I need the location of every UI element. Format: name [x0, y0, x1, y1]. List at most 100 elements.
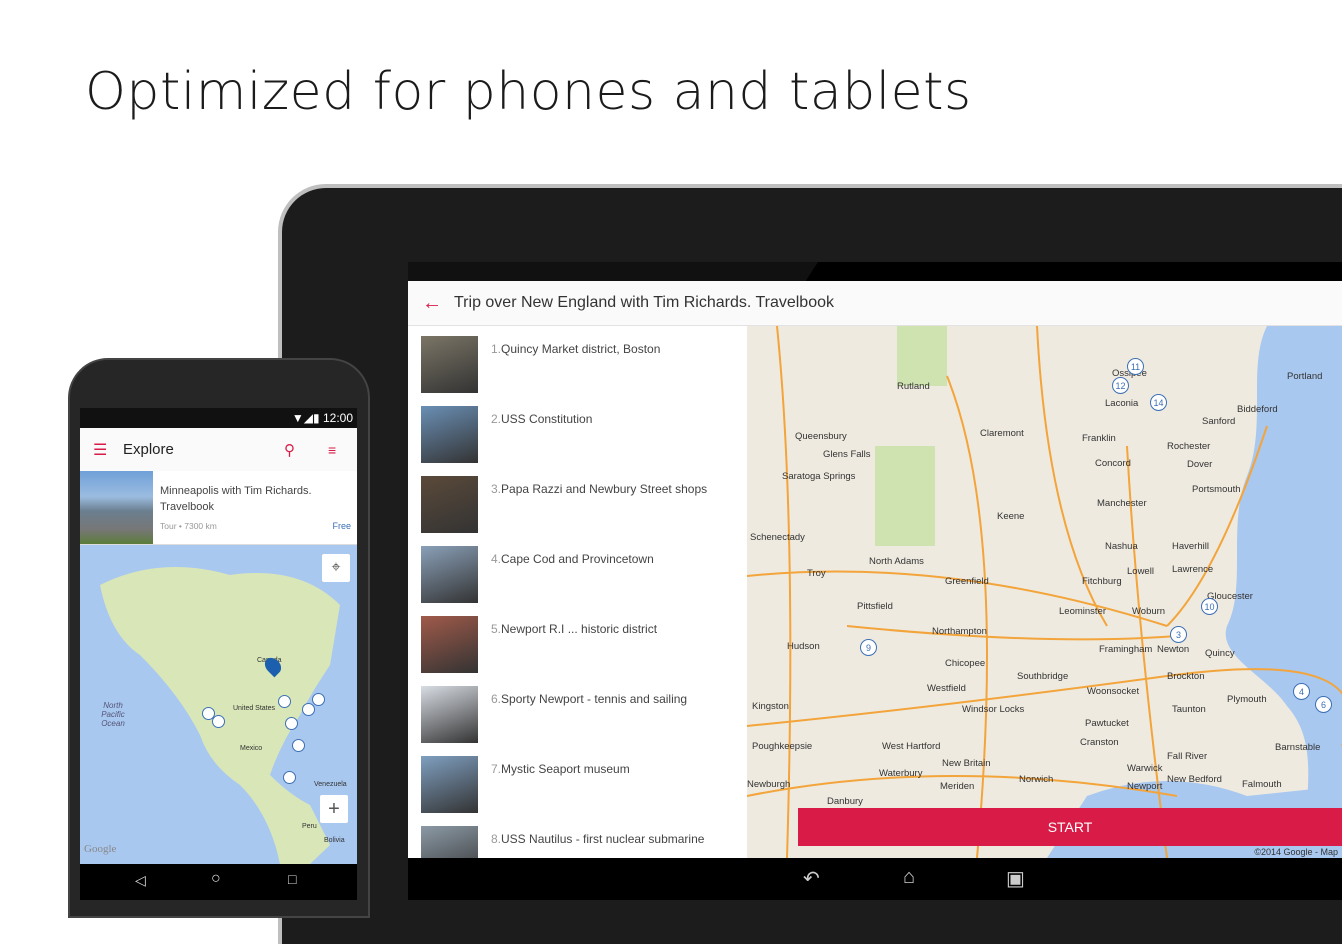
list-item[interactable]: 1.Quincy Market district, Boston	[421, 336, 741, 393]
search-icon[interactable]: ⚲	[284, 441, 295, 459]
map-label: Fall River	[1167, 751, 1208, 762]
headline: Optimized for phones and tablets	[85, 62, 972, 122]
map-label: Claremont	[980, 428, 1024, 439]
recents-nav-icon[interactable]: □	[288, 871, 296, 887]
map-label: Cranston	[1080, 737, 1119, 748]
map-label: Sanford	[1202, 416, 1236, 427]
map-label: Chicopee	[945, 658, 986, 669]
map-label: Newburgh	[747, 779, 791, 790]
map-label: Fitchburg	[1082, 576, 1122, 587]
tour-marker[interactable]	[212, 715, 225, 728]
map-label: Manchester	[1097, 498, 1147, 509]
tour-card[interactable]: Minneapolis with Tim Richards. Travelboo…	[80, 471, 357, 545]
tour-marker[interactable]	[302, 703, 315, 716]
map-label: Woburn	[1132, 606, 1166, 617]
map-label: Quincy	[1205, 648, 1235, 659]
map-label: Peru	[302, 823, 317, 830]
my-location-button[interactable]: ⌖	[322, 554, 350, 582]
page-title: Trip over New England with Tim Richards.…	[454, 294, 834, 311]
map-label: Laconia	[1105, 398, 1139, 409]
home-nav-icon[interactable]: ⌂	[903, 866, 915, 889]
tour-marker[interactable]	[283, 771, 296, 784]
map-label: Westfield	[927, 683, 966, 694]
start-button[interactable]: START	[798, 808, 1342, 846]
list-item[interactable]: 3.Papa Razzi and Newbury Street shops	[421, 476, 741, 533]
item-label: 1.Quincy Market district, Boston	[491, 342, 660, 356]
tour-marker[interactable]: 9	[860, 639, 877, 656]
map-label: Poughkeepsie	[752, 741, 813, 752]
tour-marker[interactable]: 14	[1150, 394, 1167, 411]
tour-marker[interactable]	[312, 693, 325, 706]
clock: 12:00	[322, 411, 353, 425]
phone-map[interactable]: Canada United States Mexico North Pacifi…	[80, 545, 357, 864]
wifi-icon: ▼◢▮	[291, 411, 323, 425]
tour-marker[interactable]	[278, 695, 291, 708]
map-label: Rutland	[897, 381, 930, 392]
tour-marker[interactable]	[285, 717, 298, 730]
tour-marker[interactable]: 6	[1315, 696, 1332, 713]
map-label: Portland	[1287, 371, 1323, 382]
item-thumbnail	[421, 826, 478, 858]
tour-marker[interactable]: 10	[1201, 598, 1218, 615]
map-label: North Pacific Ocean	[101, 701, 125, 728]
item-title: USS Nautilus - first nuclear submarine	[501, 832, 705, 846]
recents-nav-icon[interactable]: ▣	[1006, 866, 1025, 891]
map-label: Keene	[997, 511, 1025, 522]
item-label: 6.Sporty Newport - tennis and sailing	[491, 692, 687, 706]
map-label: Dover	[1187, 459, 1213, 470]
phone-screen: ▼◢▮ 12:00 ☰ Explore ⚲ ≡ Minneapolis with…	[80, 408, 357, 900]
map-label: Portsmouth	[1192, 484, 1241, 495]
home-nav-icon[interactable]: ○	[211, 870, 221, 888]
list-item[interactable]: 4.Cape Cod and Provincetown	[421, 546, 741, 603]
item-number: 1.	[491, 342, 502, 356]
map-label: Glens Falls	[823, 449, 871, 460]
phone-toolbar: ☰ Explore ⚲ ≡	[80, 428, 357, 471]
item-title: Papa Razzi and Newbury Street shops	[501, 482, 708, 496]
tour-marker[interactable]: 11	[1127, 358, 1144, 375]
back-nav-icon[interactable]: ↶	[803, 866, 820, 891]
list-icon[interactable]: ≡	[328, 442, 336, 458]
tour-marker[interactable]	[292, 739, 305, 752]
map-label: Haverhill	[1172, 541, 1209, 552]
map-label: Venezuela	[314, 781, 347, 788]
map-label: Kingston	[752, 701, 789, 712]
item-number: 6.	[491, 692, 502, 706]
map-label: Falmouth	[1242, 779, 1282, 790]
map-label: Brockton	[1167, 671, 1205, 682]
list-item[interactable]: 7.Mystic Seaport museum	[421, 756, 741, 813]
list-item[interactable]: 5.Newport R.I ... historic district	[421, 616, 741, 673]
item-label: 2.USS Constitution	[491, 412, 592, 426]
item-label: 8.USS Nautilus - first nuclear submarine	[491, 832, 704, 846]
map-label: Lowell	[1127, 566, 1154, 577]
map-label: Rochester	[1167, 441, 1211, 452]
tablet-nav-bar: ↶ ⌂ ▣	[408, 858, 1342, 900]
tour-marker[interactable]: 3	[1170, 626, 1187, 643]
list-item[interactable]: 8.USS Nautilus - first nuclear submarine	[421, 826, 741, 858]
list-item[interactable]: 6.Sporty Newport - tennis and sailing	[421, 686, 741, 743]
arrow-left-icon[interactable]: ←	[422, 292, 454, 315]
map-label: Plymouth	[1227, 694, 1267, 705]
map-label: Biddeford	[1237, 404, 1278, 415]
item-title: Newport R.I ... historic district	[501, 622, 658, 636]
zoom-in-button[interactable]: +	[320, 795, 348, 823]
menu-icon[interactable]: ☰	[93, 440, 107, 460]
tour-marker[interactable]: 12	[1112, 377, 1129, 394]
list-item[interactable]: 2.USS Constitution	[421, 406, 741, 463]
item-label: 3.Papa Razzi and Newbury Street shops	[491, 482, 707, 496]
item-title: Sporty Newport - tennis and sailing	[501, 692, 688, 706]
tour-title: Minneapolis with Tim Richards. Travelboo…	[160, 485, 312, 513]
tablet-status-bar	[408, 262, 1342, 281]
item-title: USS Constitution	[501, 412, 593, 426]
item-thumbnail	[421, 686, 478, 743]
map-label: Meriden	[940, 781, 975, 792]
tour-meta: Tour • 7300 km	[160, 521, 217, 531]
map-label: Pittsfield	[857, 601, 893, 612]
tour-marker[interactable]: 4	[1293, 683, 1310, 700]
item-number: 7.	[491, 762, 502, 776]
item-number: 2.	[491, 412, 502, 426]
map-label: Leominster	[1059, 606, 1106, 617]
back-nav-icon[interactable]: ◁	[135, 872, 146, 889]
map-label: West Hartford	[882, 741, 941, 752]
tablet-map[interactable]: Rutland Ossipee Portland Laconia Biddeford Sa…	[747, 326, 1342, 858]
tablet-toolbar: ← Trip over New England with Tim Richard…	[408, 281, 1342, 326]
